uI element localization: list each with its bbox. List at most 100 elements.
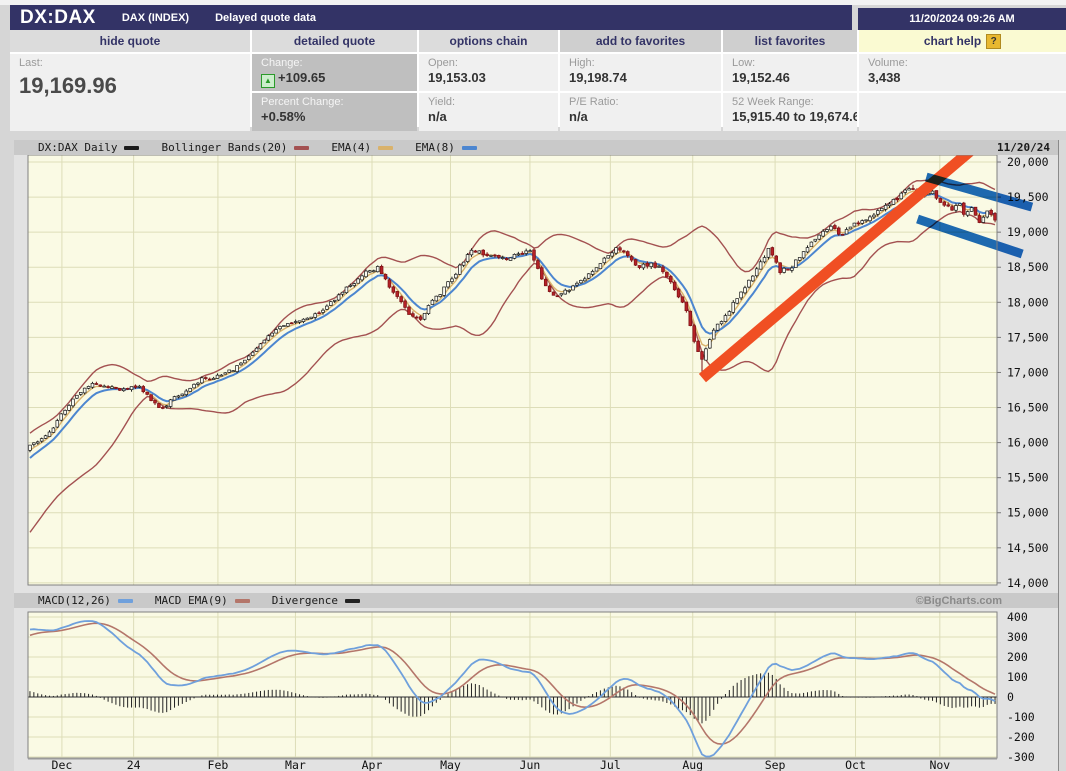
- svg-text:300: 300: [1007, 630, 1028, 644]
- open-cell: Open: 19,153.03: [419, 54, 558, 91]
- open-label: Open:: [428, 57, 558, 69]
- svg-text:17,500: 17,500: [1007, 330, 1049, 344]
- bigcharts-copyright: ©BigCharts.com: [916, 595, 1002, 607]
- yield-value: n/a: [428, 109, 558, 124]
- legend-ema8: EMA(8): [415, 141, 477, 154]
- svg-text:May: May: [440, 758, 461, 771]
- change-up-icon: ▲: [261, 74, 275, 88]
- change-cell: Change: ▲+109.65: [252, 54, 417, 91]
- svg-text:18,000: 18,000: [1007, 295, 1049, 309]
- bigcharts-quote-page: DX:DAX DAX (INDEX) Delayed quote data 11…: [0, 0, 1066, 771]
- change-value: +109.65: [278, 70, 325, 85]
- svg-text:-300: -300: [1007, 750, 1035, 764]
- svg-text:14,000: 14,000: [1007, 576, 1049, 590]
- svg-text:15,500: 15,500: [1007, 471, 1049, 485]
- percent-change-cell: Percent Change: +0.58%: [252, 93, 417, 131]
- svg-text:Jul: Jul: [600, 758, 621, 771]
- macd-label: MACD(12,26): [38, 594, 111, 607]
- symbol-title: DX:DAX: [20, 7, 96, 29]
- divergence-label: Divergence: [272, 594, 338, 607]
- volume-label: Volume:: [868, 57, 1066, 69]
- pe-ratio-label: P/E Ratio:: [569, 96, 721, 108]
- svg-text:Jun: Jun: [520, 758, 541, 771]
- svg-text:Aug: Aug: [682, 758, 703, 771]
- svg-text:Mar: Mar: [285, 758, 306, 771]
- change-label: Change:: [261, 57, 417, 69]
- svg-text:-200: -200: [1007, 730, 1035, 744]
- svg-text:15,000: 15,000: [1007, 506, 1049, 520]
- svg-text:16,500: 16,500: [1007, 401, 1049, 415]
- series-label: DX:DAX Daily: [38, 141, 117, 154]
- svg-text:Oct: Oct: [845, 758, 866, 771]
- instrument-type-label: DAX (INDEX): [122, 12, 189, 24]
- tab-list-favorites[interactable]: list favorites: [723, 30, 857, 52]
- svg-text:-100: -100: [1007, 710, 1035, 724]
- low-value: 19,152.46: [732, 70, 857, 85]
- pe-ratio-cell: P/E Ratio: n/a: [560, 93, 721, 131]
- 52-week-range-cell: 52 Week Range: 15,915.40 to 19,674.68: [723, 93, 857, 131]
- ema4-label: EMA(4): [331, 141, 371, 154]
- percent-change-label: Percent Change:: [261, 96, 417, 108]
- svg-text:Feb: Feb: [208, 758, 229, 771]
- low-label: Low:: [732, 57, 857, 69]
- ema8-label: EMA(8): [415, 141, 455, 154]
- svg-text:17,000: 17,000: [1007, 365, 1049, 379]
- help-icon[interactable]: ?: [986, 34, 1001, 49]
- tab-chart-help[interactable]: chart help ?: [859, 30, 1066, 52]
- svg-text:0: 0: [1007, 690, 1014, 704]
- symbol-header-bar: DX:DAX DAX (INDEX) Delayed quote data: [10, 5, 852, 30]
- svg-text:16,000: 16,000: [1007, 436, 1049, 450]
- divergence-color-key-icon: [345, 599, 360, 603]
- tab-add-to-favorites[interactable]: add to favorites: [560, 30, 721, 52]
- svg-text:18,500: 18,500: [1007, 260, 1049, 274]
- macd-legend-strip: MACD(12,26) MACD EMA(9) Divergence ©BigC…: [14, 593, 1058, 608]
- svg-text:400: 400: [1007, 610, 1028, 624]
- percent-change-value: +0.58%: [261, 109, 417, 124]
- empty-cell: [859, 93, 1066, 131]
- quote-panel: hide quote detailed quote options chain …: [10, 30, 1066, 127]
- scrollbar[interactable]: [1059, 140, 1066, 771]
- svg-text:24: 24: [127, 758, 141, 771]
- 52-week-range-label: 52 Week Range:: [732, 96, 857, 108]
- tab-hide-quote[interactable]: hide quote: [10, 30, 250, 52]
- svg-text:Nov: Nov: [929, 758, 950, 771]
- legend-macd: MACD(12,26): [38, 594, 133, 607]
- high-cell: High: 19,198.74: [560, 54, 721, 91]
- macd-color-key-icon: [118, 599, 133, 603]
- legend-ema4: EMA(4): [331, 141, 393, 154]
- high-label: High:: [569, 57, 721, 69]
- tab-options-chain[interactable]: options chain: [419, 30, 558, 52]
- ema8-color-key-icon: [462, 146, 477, 150]
- quote-datetime-bar: 11/20/2024 09:26 AM: [858, 8, 1066, 30]
- volume-value: 3,438: [868, 70, 1066, 85]
- bollinger-color-key-icon: [294, 146, 309, 150]
- chart-panel: 20,00019,50019,00018,50018,00017,50017,0…: [14, 140, 1066, 771]
- delayed-quote-label: Delayed quote data: [215, 12, 316, 24]
- last-quote-cell: Last: 19,169.96: [10, 54, 250, 131]
- 52-week-range-value: 15,915.40 to 19,674.68: [732, 109, 857, 124]
- last-value: 19,169.96: [19, 73, 250, 99]
- yield-cell: Yield: n/a: [419, 93, 558, 131]
- quote-datetime: 11/20/2024 09:26 AM: [909, 13, 1014, 25]
- svg-text:200: 200: [1007, 650, 1028, 664]
- macd-ema-label: MACD EMA(9): [155, 594, 228, 607]
- volume-cell: Volume: 3,438: [859, 54, 1066, 91]
- legend-bollinger: Bollinger Bands(20): [161, 141, 309, 154]
- tab-detailed-quote[interactable]: detailed quote: [252, 30, 417, 52]
- legend-divergence: Divergence: [272, 594, 360, 607]
- macd-ema-color-key-icon: [235, 599, 250, 603]
- svg-text:Sep: Sep: [765, 758, 786, 771]
- price-legend-strip: DX:DAX Daily Bollinger Bands(20) EMA(4) …: [14, 140, 1058, 155]
- high-value: 19,198.74: [569, 70, 721, 85]
- price-macd-chart: 20,00019,50019,00018,50018,00017,50017,0…: [14, 140, 1066, 771]
- svg-text:Dec: Dec: [52, 758, 73, 771]
- series-color-key-icon: [124, 146, 139, 150]
- chart-help-label: chart help: [924, 34, 981, 48]
- svg-text:14,500: 14,500: [1007, 541, 1049, 555]
- chart-date-label: 11/20/24: [997, 141, 1050, 154]
- low-cell: Low: 19,152.46: [723, 54, 857, 91]
- open-value: 19,153.03: [428, 70, 558, 85]
- last-label: Last:: [19, 57, 250, 69]
- svg-text:19,000: 19,000: [1007, 225, 1049, 239]
- legend-macd-ema: MACD EMA(9): [155, 594, 250, 607]
